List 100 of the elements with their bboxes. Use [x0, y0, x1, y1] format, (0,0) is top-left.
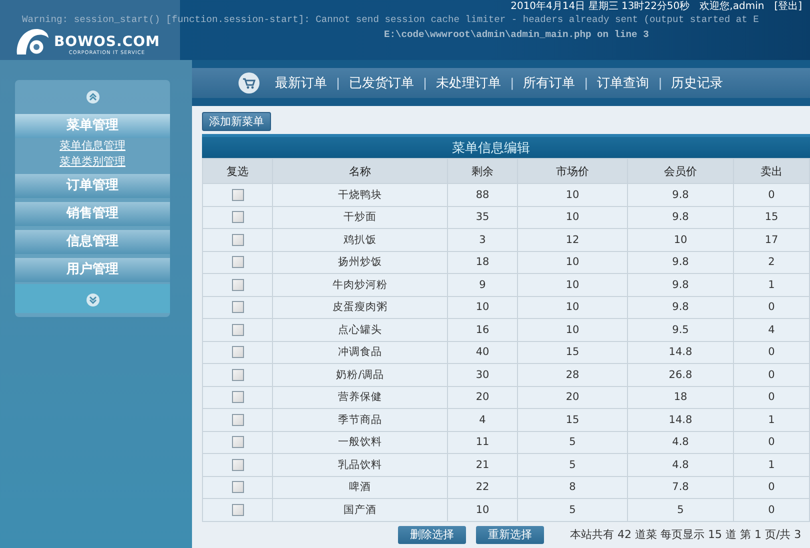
table-cell: 乳品饮料 — [272, 454, 448, 476]
table-cell: 5 — [518, 431, 628, 454]
table-cell: 7.8 — [628, 476, 734, 498]
nav-separator: | — [510, 76, 514, 90]
table-cell: 88 — [448, 184, 518, 206]
table-cell: 40 — [448, 341, 518, 364]
table-cell: 鸡扒饭 — [272, 228, 448, 251]
row-checkbox[interactable] — [232, 458, 244, 471]
table-cell: 3 — [448, 228, 518, 251]
logout-link[interactable]: [登出] — [774, 1, 802, 13]
table-cell: 10 — [518, 274, 628, 296]
table-cell: 17 — [734, 228, 810, 251]
table-cell: 9.8 — [628, 184, 734, 206]
table-cell: 冲调食品 — [272, 341, 448, 364]
row-checkbox[interactable] — [232, 324, 244, 336]
table-cell: 22 — [448, 476, 518, 498]
table-cell: 8 — [518, 476, 628, 498]
table-cell: 1 — [734, 274, 810, 296]
sidebar-link[interactable]: 菜单类别管理 — [60, 154, 126, 170]
table-cell: 35 — [448, 206, 518, 228]
table-cell: 1 — [734, 408, 810, 431]
table-cell: 28 — [518, 364, 628, 386]
table-cell: 16 — [448, 318, 518, 341]
table-cell: 9.8 — [628, 251, 734, 274]
row-checkbox[interactable] — [232, 414, 244, 426]
table-cell: 20 — [518, 386, 628, 408]
row-checkbox[interactable] — [232, 211, 244, 224]
welcome-text: 欢迎您,admin — [700, 1, 764, 13]
nav-separator: | — [584, 76, 588, 90]
row-checkbox[interactable] — [232, 301, 244, 314]
table-cell: 啤酒 — [272, 476, 448, 498]
pagination-text: 本站共有 42 道菜 每页显示 15 道 第 1 页/共 3 — [570, 527, 802, 542]
table-cell: 0 — [734, 341, 810, 364]
table-cell: 9.8 — [628, 296, 734, 318]
table-cell: 5 — [518, 498, 628, 521]
table-cell: 15 — [734, 206, 810, 228]
table-cell: 18 — [448, 251, 518, 274]
scroll-up-icon[interactable] — [86, 90, 100, 104]
add-menu-button[interactable]: 添加新菜单 — [202, 112, 271, 131]
table-cell: 4.8 — [628, 431, 734, 454]
table-cell: 11 — [448, 431, 518, 454]
row-checkbox[interactable] — [232, 346, 244, 358]
nav-link[interactable]: 订单查询 — [596, 74, 650, 92]
table-cell: 30 — [448, 364, 518, 386]
table-cell: 10 — [518, 318, 628, 341]
column-header: 名称 — [272, 158, 448, 184]
table-cell: 9.8 — [628, 274, 734, 296]
table-cell: 干炒面 — [272, 206, 448, 228]
column-header: 会员价 — [628, 158, 734, 184]
delete-selected-button[interactable]: 删除选择 — [398, 526, 466, 544]
sidebar-group[interactable]: 信息管理 — [15, 230, 170, 254]
row-checkbox[interactable] — [232, 391, 244, 404]
table-cell: 14.8 — [628, 341, 734, 364]
table-cell: 10 — [518, 251, 628, 274]
row-checkbox[interactable] — [232, 436, 244, 448]
table-cell: 2 — [734, 251, 810, 274]
table-cell: 10 — [518, 206, 628, 228]
table-cell: 9 — [448, 274, 518, 296]
table-cell: 10 — [628, 228, 734, 251]
column-header: 卖出 — [734, 158, 810, 184]
row-checkbox[interactable] — [232, 188, 244, 201]
nav-link[interactable]: 所有订单 — [522, 74, 576, 92]
nav-link[interactable]: 历史记录 — [670, 74, 724, 92]
nav-link[interactable]: 未处理订单 — [435, 74, 502, 92]
table-cell: 21 — [448, 454, 518, 476]
table-cell: 季节商品 — [272, 408, 448, 431]
nav-link[interactable]: 已发货订单 — [348, 74, 416, 92]
table-cell: 9.5 — [628, 318, 734, 341]
row-checkbox[interactable] — [232, 278, 244, 291]
row-checkbox[interactable] — [232, 481, 244, 494]
row-checkbox[interactable] — [232, 368, 244, 381]
logo-text: BOWOS.COM — [54, 34, 160, 50]
sidebar-link[interactable]: 菜单信息管理 — [60, 138, 126, 154]
row-checkbox[interactable] — [232, 256, 244, 268]
table-cell: 10 — [448, 498, 518, 521]
table-cell: 营养保健 — [272, 386, 448, 408]
table-cell: 0 — [734, 364, 810, 386]
table-cell: 4 — [448, 408, 518, 431]
column-header: 剩余 — [448, 158, 518, 184]
table-cell: 0 — [734, 498, 810, 521]
table-cell: 0 — [734, 296, 810, 318]
scroll-down-icon[interactable] — [86, 293, 100, 307]
swirl-logo-icon — [14, 26, 50, 56]
table-cell: 扬州炒饭 — [272, 251, 448, 274]
row-checkbox[interactable] — [232, 504, 244, 516]
table-cell: 5 — [518, 454, 628, 476]
table-cell: 10 — [448, 296, 518, 318]
table-cell: 20 — [448, 386, 518, 408]
table-cell: 4.8 — [628, 454, 734, 476]
column-header: 市场价 — [518, 158, 628, 184]
row-checkbox[interactable] — [232, 234, 244, 246]
table-cell: 0 — [734, 431, 810, 454]
nav-link[interactable]: 最新订单 — [274, 74, 328, 92]
table-cell: 奶粉/调品 — [272, 364, 448, 386]
table-cell: 15 — [518, 408, 628, 431]
warning-text: Warning: session_start() [function.session-start]: Cannot send session cache limiter - headers already sent (output started at E — [22, 13, 759, 27]
nav-separator: | — [658, 76, 662, 90]
reselect-button[interactable]: 重新选择 — [476, 526, 544, 544]
datetime-text: 2010年4月14日 星期三 13时22分50秒 — [510, 1, 690, 13]
table-cell: 牛肉炒河粉 — [272, 274, 448, 296]
